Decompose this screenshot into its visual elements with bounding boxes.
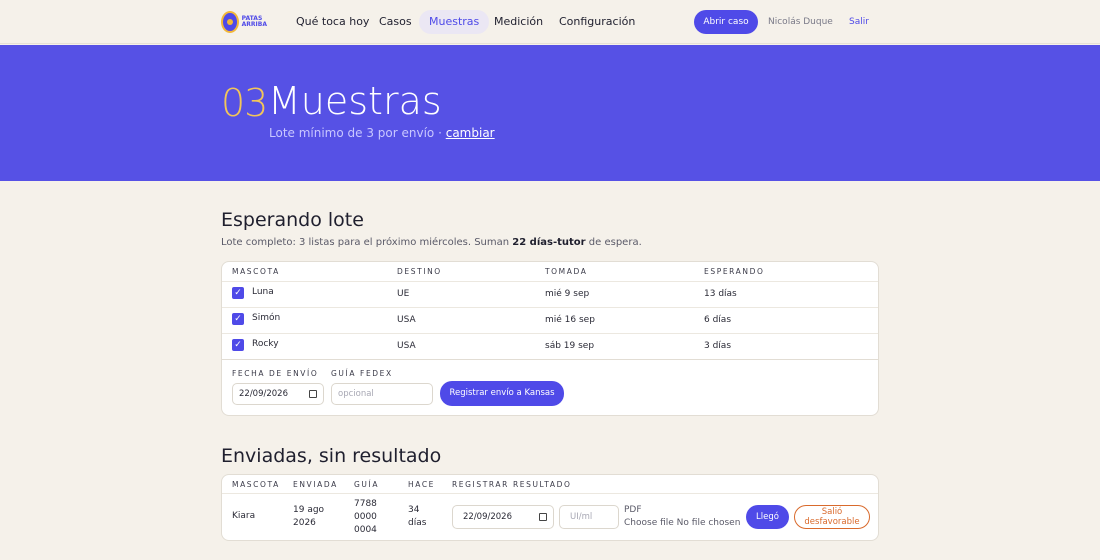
row-taken: mié 16 sep xyxy=(545,315,595,325)
checkbox-rocky[interactable]: ✓ xyxy=(232,339,244,351)
sent-table: MASCOTA ENVIADA GUÍA HACE REGISTRAR RESU… xyxy=(221,474,879,541)
result-date-input[interactable]: 22/09/2026 xyxy=(452,505,554,529)
choose-file-button[interactable]: Choose file xyxy=(624,518,674,528)
fedex-input[interactable]: opcional xyxy=(331,383,433,405)
nav-item-medicion[interactable]: Medición xyxy=(484,10,553,34)
divider xyxy=(222,359,878,360)
nav-item-casos[interactable]: Casos xyxy=(369,10,422,34)
brand-logo[interactable]: PATAS ARRIBA xyxy=(221,10,267,34)
waiting-table: MASCOTA DESTINO TOMADA ESPERANDO ✓ Luna … xyxy=(221,261,879,416)
calendar-icon[interactable] xyxy=(539,513,547,521)
waiting-description: Lote completo: 3 listas para el próximo … xyxy=(221,237,642,248)
col-header-tomada: TOMADA xyxy=(545,267,588,276)
unfavorable-line1: Salió xyxy=(821,507,843,517)
ship-date-value: 22/09/2026 xyxy=(239,389,288,399)
guide-line3: 0004 xyxy=(354,525,377,535)
nav-item-configuracion[interactable]: Configuración xyxy=(549,10,645,34)
sent-title: Enviadas, sin resultado xyxy=(221,445,442,467)
row-pet: Luna xyxy=(252,287,274,297)
no-file-text: No file chosen xyxy=(676,518,741,528)
hero-subtitle-text: Lote mínimo de 3 por envío · xyxy=(269,126,442,140)
ship-date-input[interactable]: 22/09/2026 xyxy=(232,383,324,405)
change-link[interactable]: cambiar xyxy=(446,126,495,140)
ship-date-label: FECHA DE ENVÍO xyxy=(232,369,319,378)
row-taken: sáb 19 sep xyxy=(545,341,595,351)
unfavorable-line2: desfavorable xyxy=(804,517,860,527)
col-header-hace: HACE xyxy=(408,480,436,489)
row-pet: Rocky xyxy=(252,339,279,349)
logo-text: PATAS ARRIBA xyxy=(241,15,267,28)
ago-line1: 34 xyxy=(408,505,420,515)
checkbox-luna[interactable]: ✓ xyxy=(232,287,244,299)
col-header-enviada: ENVIADA xyxy=(293,480,338,489)
col-header-mascota: MASCOTA xyxy=(232,267,280,276)
paw-logo-icon xyxy=(221,11,239,33)
ui-ml-placeholder: UI/ml xyxy=(570,512,593,522)
arrived-button[interactable]: Llegó xyxy=(746,505,789,529)
user-name: Nicolás Duque xyxy=(768,17,833,27)
ago-line2: días xyxy=(408,518,427,528)
row-pet: Simón xyxy=(252,313,281,323)
open-case-button[interactable]: Abrir caso xyxy=(694,10,758,34)
divider xyxy=(222,333,878,334)
waiting-title: Esperando lote xyxy=(221,209,364,231)
page-title: Muestras xyxy=(268,79,442,123)
row-waiting: 3 días xyxy=(704,341,732,351)
col-header-guia: GUÍA xyxy=(354,480,380,489)
divider xyxy=(222,281,878,282)
hero-subtitle: Lote mínimo de 3 por envío · cambiar xyxy=(269,126,495,140)
pdf-label: PDF xyxy=(624,505,642,515)
row-waiting: 13 días xyxy=(704,289,737,299)
col-header-mascota: MASCOTA xyxy=(232,480,280,489)
sent-date-line2: 2026 xyxy=(293,518,316,528)
row-waiting: 6 días xyxy=(704,315,732,325)
nav-item-hoy[interactable]: Qué toca hoy xyxy=(286,10,379,34)
guide-line2: 0000 xyxy=(354,512,377,522)
guide-line1: 7788 xyxy=(354,499,377,509)
section-number: 03 xyxy=(221,81,268,125)
hero-banner: 03 Muestras Lote mínimo de 3 por envío ·… xyxy=(0,45,1100,181)
waiting-desc-suffix: de espera. xyxy=(588,237,642,248)
file-input[interactable]: Choose file No file chosen xyxy=(624,518,740,528)
row-dest: USA xyxy=(397,315,416,325)
nav-item-muestras[interactable]: Muestras xyxy=(419,10,490,34)
col-header-destino: DESTINO xyxy=(397,267,442,276)
logout-link[interactable]: Salir xyxy=(849,10,869,34)
calendar-icon[interactable] xyxy=(309,390,317,398)
col-header-esperando: ESPERANDO xyxy=(704,267,765,276)
row-taken: mié 9 sep xyxy=(545,289,590,299)
row-dest: USA xyxy=(397,341,416,351)
fedex-placeholder: opcional xyxy=(338,389,374,399)
divider xyxy=(222,493,878,494)
waiting-desc-bold: 22 días-tutor xyxy=(512,237,586,248)
checkbox-simon[interactable]: ✓ xyxy=(232,313,244,325)
result-date-value: 22/09/2026 xyxy=(463,512,512,522)
col-header-registrar: REGISTRAR RESULTADO xyxy=(452,480,572,489)
top-nav: PATAS ARRIBA Qué toca hoy Casos Muestras… xyxy=(0,0,1100,44)
ui-ml-input[interactable]: UI/ml xyxy=(559,505,619,529)
row-dest: UE xyxy=(397,289,410,299)
unfavorable-button[interactable]: Salió desfavorable xyxy=(794,505,870,529)
divider xyxy=(222,307,878,308)
fedex-label: GUÍA FEDEX xyxy=(331,369,393,378)
waiting-desc-prefix: Lote completo: 3 listas para el próximo … xyxy=(221,237,510,248)
sent-date-line1: 19 ago xyxy=(293,505,325,515)
register-shipment-button[interactable]: Registrar envío a Kansas xyxy=(440,381,564,406)
sent-pet: Kiara xyxy=(232,511,256,521)
